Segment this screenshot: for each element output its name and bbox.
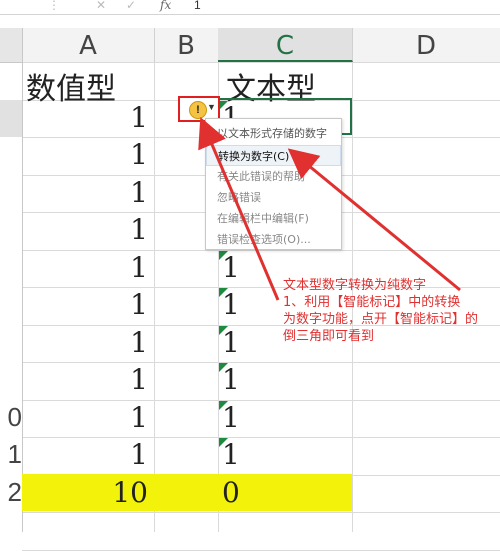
row-header[interactable]: 1	[0, 439, 22, 470]
cell-a-value[interactable]: 1	[24, 326, 148, 359]
row-header[interactable]: 2	[0, 477, 22, 508]
row-header-selected[interactable]	[0, 100, 22, 137]
column-header-row: A B C D	[0, 28, 500, 63]
formula-input[interactable]: 1	[194, 0, 201, 12]
column-header-c[interactable]: C	[218, 28, 353, 62]
grid-row-line	[22, 512, 500, 513]
menu-item-error-options[interactable]: 错误检查选项(O)...	[206, 229, 341, 250]
cell-a-value[interactable]: 1	[24, 438, 148, 471]
annotation-line-3: 为数字功能，点开【智能标记】的	[283, 312, 479, 327]
row-header-border	[22, 62, 23, 532]
cell-c-value[interactable]: 0	[222, 476, 240, 509]
cell-a-value[interactable]: 1	[24, 213, 148, 246]
column-header-a[interactable]: A	[22, 28, 155, 62]
annotation-line-2: 1、利用【智能标记】中的转换	[283, 295, 461, 310]
dropdown-dots-icon[interactable]: ⋮	[48, 0, 60, 12]
error-indicator-triangle	[219, 288, 228, 297]
enter-icon[interactable]: ✓	[126, 0, 136, 12]
error-indicator-triangle	[219, 250, 228, 260]
warning-icon: !	[189, 101, 207, 119]
column-header-d[interactable]: D	[352, 28, 500, 62]
menu-item-help[interactable]: 有关此错误的帮助	[206, 166, 341, 187]
error-check-menu: 以文本形式存储的数字 转换为数字(C) 有关此错误的帮助 忽略错误 在编辑栏中编…	[205, 118, 342, 250]
grid-row-line	[22, 549, 500, 551]
cell-a-value[interactable]: 1	[24, 138, 148, 171]
column-header-b[interactable]: B	[154, 28, 219, 62]
annotation-line-1: 文本型数字转换为纯数字	[283, 278, 427, 293]
row-header[interactable]: 0	[0, 402, 22, 433]
cell-a-value[interactable]: 10	[24, 476, 148, 509]
cell-a-value[interactable]: 1	[24, 363, 148, 396]
cell-a-value[interactable]: 1	[24, 288, 148, 321]
error-indicator-triangle	[219, 400, 228, 410]
cell-a-value[interactable]: 1	[24, 251, 148, 284]
chevron-down-icon: ▼	[207, 102, 216, 112]
cell-a-value[interactable]: 1	[24, 176, 148, 209]
menu-item-convert-to-number[interactable]: 转换为数字(C)	[206, 145, 341, 166]
menu-item-ignore-error[interactable]: 忽略错误	[206, 187, 341, 208]
menu-item-stored-as-text: 以文本形式存储的数字	[217, 127, 327, 140]
cancel-icon[interactable]: ✕	[96, 0, 106, 12]
fx-icon[interactable]: fx	[160, 0, 171, 12]
annotation-line-4: 倒三角即可看到	[283, 329, 375, 344]
error-indicator-triangle	[219, 363, 228, 372]
menu-item-edit-in-formula-bar[interactable]: 在编辑栏中编辑(F)	[206, 208, 341, 229]
error-indicator-triangle	[219, 325, 228, 335]
error-indicator-triangle	[219, 438, 228, 447]
formula-bar: ⋮ ✕ ✓ fx 1	[0, 0, 500, 15]
cell-a-value[interactable]: 1	[24, 401, 148, 434]
grid-row-line	[22, 62, 500, 63]
select-all-corner[interactable]	[0, 28, 23, 62]
cell-a-value[interactable]: 1	[24, 101, 148, 134]
grid-col-line	[154, 62, 155, 532]
annotation-text: 文本型数字转换为纯数字 1、利用【智能标记】中的转换 为数字功能，点开【智能标记…	[283, 277, 498, 345]
